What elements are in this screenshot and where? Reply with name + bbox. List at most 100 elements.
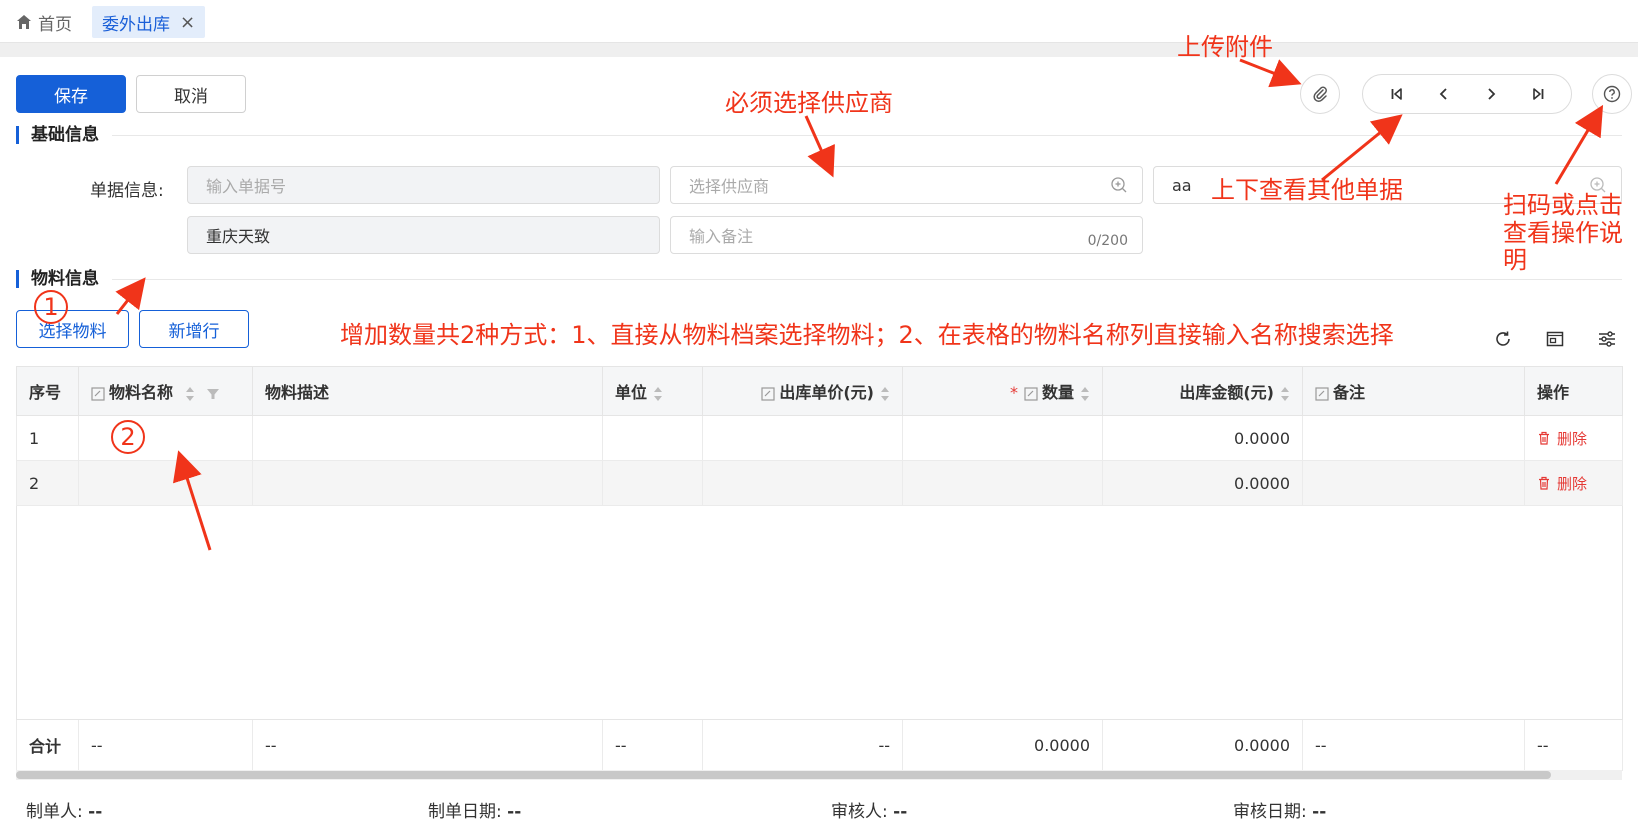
create-date-label: 制单日期: bbox=[428, 802, 502, 822]
annotation-supplier: 必须选择供应商 bbox=[725, 89, 893, 117]
cell-remark[interactable] bbox=[1302, 415, 1525, 461]
col-remark-label: 备注 bbox=[1333, 383, 1366, 402]
attachment-button[interactable] bbox=[1300, 74, 1340, 114]
cancel-button[interactable]: 取消 bbox=[136, 75, 246, 113]
col-unit[interactable]: 单位 bbox=[602, 366, 703, 416]
sort-icon[interactable] bbox=[653, 386, 663, 402]
cell-seq: 1 bbox=[16, 415, 79, 461]
edit-icon bbox=[91, 386, 105, 401]
annotation-help: 扫码或点击查看操作说明 bbox=[1503, 191, 1623, 275]
refresh-icon[interactable] bbox=[1490, 326, 1516, 352]
cell-unit-price[interactable] bbox=[702, 415, 903, 461]
footer-review-date: 审核日期: -- bbox=[1233, 797, 1326, 822]
tab-active-label: 委外出库 bbox=[102, 14, 170, 35]
arrow-supplier bbox=[804, 115, 835, 178]
company-value: 重庆天致 bbox=[206, 227, 271, 246]
select-material-button[interactable]: 选择物料 bbox=[16, 310, 129, 348]
filter-icon[interactable] bbox=[206, 387, 220, 401]
horizontal-scrollbar[interactable] bbox=[16, 770, 1622, 780]
col-action: 操作 bbox=[1524, 366, 1623, 416]
home-icon bbox=[17, 15, 31, 29]
add-row-button[interactable]: 新增行 bbox=[139, 310, 249, 348]
material-table: 序号 物料名称 物料描述 单位 出库单价(元) * 数量 出库金额(元) 备注 操… bbox=[16, 366, 1623, 771]
cell-action: 删除 bbox=[1524, 415, 1623, 461]
delete-label: 删除 bbox=[1557, 429, 1588, 448]
col-quantity[interactable]: * 数量 bbox=[902, 366, 1103, 416]
company-field: 重庆天致 bbox=[187, 216, 660, 254]
cell-amount: 0.0000 bbox=[1102, 415, 1303, 461]
col-remark[interactable]: 备注 bbox=[1302, 366, 1525, 416]
help-icon bbox=[1603, 85, 1621, 103]
scrollbar-thumb[interactable] bbox=[16, 771, 1551, 779]
next-icon[interactable] bbox=[1476, 79, 1506, 109]
close-icon[interactable]: × bbox=[180, 12, 195, 33]
help-button[interactable] bbox=[1592, 74, 1632, 114]
edit-icon bbox=[761, 386, 775, 401]
cell-unit bbox=[602, 415, 703, 461]
save-button[interactable]: 保存 bbox=[16, 75, 126, 113]
sort-icon[interactable] bbox=[880, 386, 890, 402]
total-remark: -- bbox=[1302, 719, 1525, 771]
annotation-marker-1: 1 bbox=[34, 290, 68, 324]
col-unit-label: 单位 bbox=[615, 383, 648, 402]
col-seq: 序号 bbox=[16, 366, 79, 416]
table-row: 1 0.0000 删除 bbox=[16, 415, 1623, 461]
cell-quantity[interactable] bbox=[902, 460, 1103, 506]
search-plus-icon[interactable] bbox=[1110, 176, 1128, 194]
section-title-material: 物料信息 bbox=[16, 270, 99, 288]
trash-icon bbox=[1539, 476, 1549, 490]
sort-icon[interactable] bbox=[1080, 386, 1090, 402]
table-total-row: 合计 -- -- -- -- 0.0000 0.0000 -- -- bbox=[16, 719, 1623, 771]
tab-home[interactable]: 首页 bbox=[16, 10, 72, 35]
table-header-row: 序号 物料名称 物料描述 单位 出库单价(元) * 数量 出库金额(元) 备注 操… bbox=[16, 366, 1623, 416]
col-material-name-label: 物料名称 bbox=[109, 383, 174, 402]
cell-unit-price[interactable] bbox=[702, 460, 903, 506]
table-row: 2 0.0000 删除 bbox=[16, 460, 1623, 506]
tab-outsourcing-outbound[interactable]: 委外出库 × bbox=[92, 6, 206, 38]
cell-seq: 2 bbox=[16, 460, 79, 506]
required-mark: * bbox=[1009, 383, 1018, 402]
remark-counter: 0/200 bbox=[1087, 233, 1128, 249]
cell-quantity[interactable] bbox=[902, 415, 1103, 461]
record-navigation bbox=[1362, 74, 1572, 114]
annotation-upload: 上传附件 bbox=[1177, 33, 1273, 61]
total-desc: -- bbox=[252, 719, 603, 771]
total-label: 合计 bbox=[16, 719, 79, 771]
delete-button[interactable]: 删除 bbox=[1537, 428, 1610, 449]
total-price: -- bbox=[702, 719, 903, 771]
warehouse-value: aa bbox=[1172, 175, 1192, 195]
prev-icon[interactable] bbox=[1429, 79, 1459, 109]
last-page-icon[interactable] bbox=[1523, 79, 1553, 109]
edit-icon bbox=[1024, 386, 1038, 401]
cell-material-name[interactable] bbox=[78, 415, 253, 461]
delete-button[interactable]: 删除 bbox=[1537, 473, 1610, 494]
cell-remark[interactable] bbox=[1302, 460, 1525, 506]
cell-unit bbox=[602, 460, 703, 506]
empty-area-cell bbox=[16, 505, 1623, 720]
reviewer-label: 审核人: bbox=[831, 802, 888, 822]
col-material-name[interactable]: 物料名称 bbox=[78, 366, 253, 416]
fullscreen-icon[interactable] bbox=[1542, 326, 1568, 352]
review-date-label: 审核日期: bbox=[1233, 802, 1307, 822]
col-amount[interactable]: 出库金额(元) bbox=[1102, 366, 1303, 416]
annotation-marker-2: 2 bbox=[111, 420, 145, 454]
remark-placeholder: 输入备注 bbox=[689, 227, 754, 246]
review-date-value: -- bbox=[1312, 802, 1327, 822]
creator-label: 制单人: bbox=[26, 802, 83, 822]
settings-icon[interactable] bbox=[1594, 326, 1620, 352]
doc-number-field[interactable]: 输入单据号 bbox=[187, 166, 660, 204]
total-quantity: 0.0000 bbox=[902, 719, 1103, 771]
sort-icon[interactable] bbox=[1280, 386, 1290, 402]
sort-icon[interactable] bbox=[185, 386, 195, 402]
doc-number-placeholder: 输入单据号 bbox=[206, 177, 287, 196]
section-title-basic: 基础信息 bbox=[16, 126, 99, 144]
cell-material-name[interactable] bbox=[78, 460, 253, 506]
delete-label: 删除 bbox=[1557, 474, 1588, 493]
cell-material-desc bbox=[252, 415, 603, 461]
first-page-icon[interactable] bbox=[1382, 79, 1412, 109]
supplier-select[interactable]: 选择供应商 bbox=[670, 166, 1143, 204]
total-amount: 0.0000 bbox=[1102, 719, 1303, 771]
remark-field[interactable]: 输入备注 0/200 bbox=[670, 216, 1143, 254]
section-divider bbox=[112, 279, 1622, 280]
col-unit-price[interactable]: 出库单价(元) bbox=[702, 366, 903, 416]
